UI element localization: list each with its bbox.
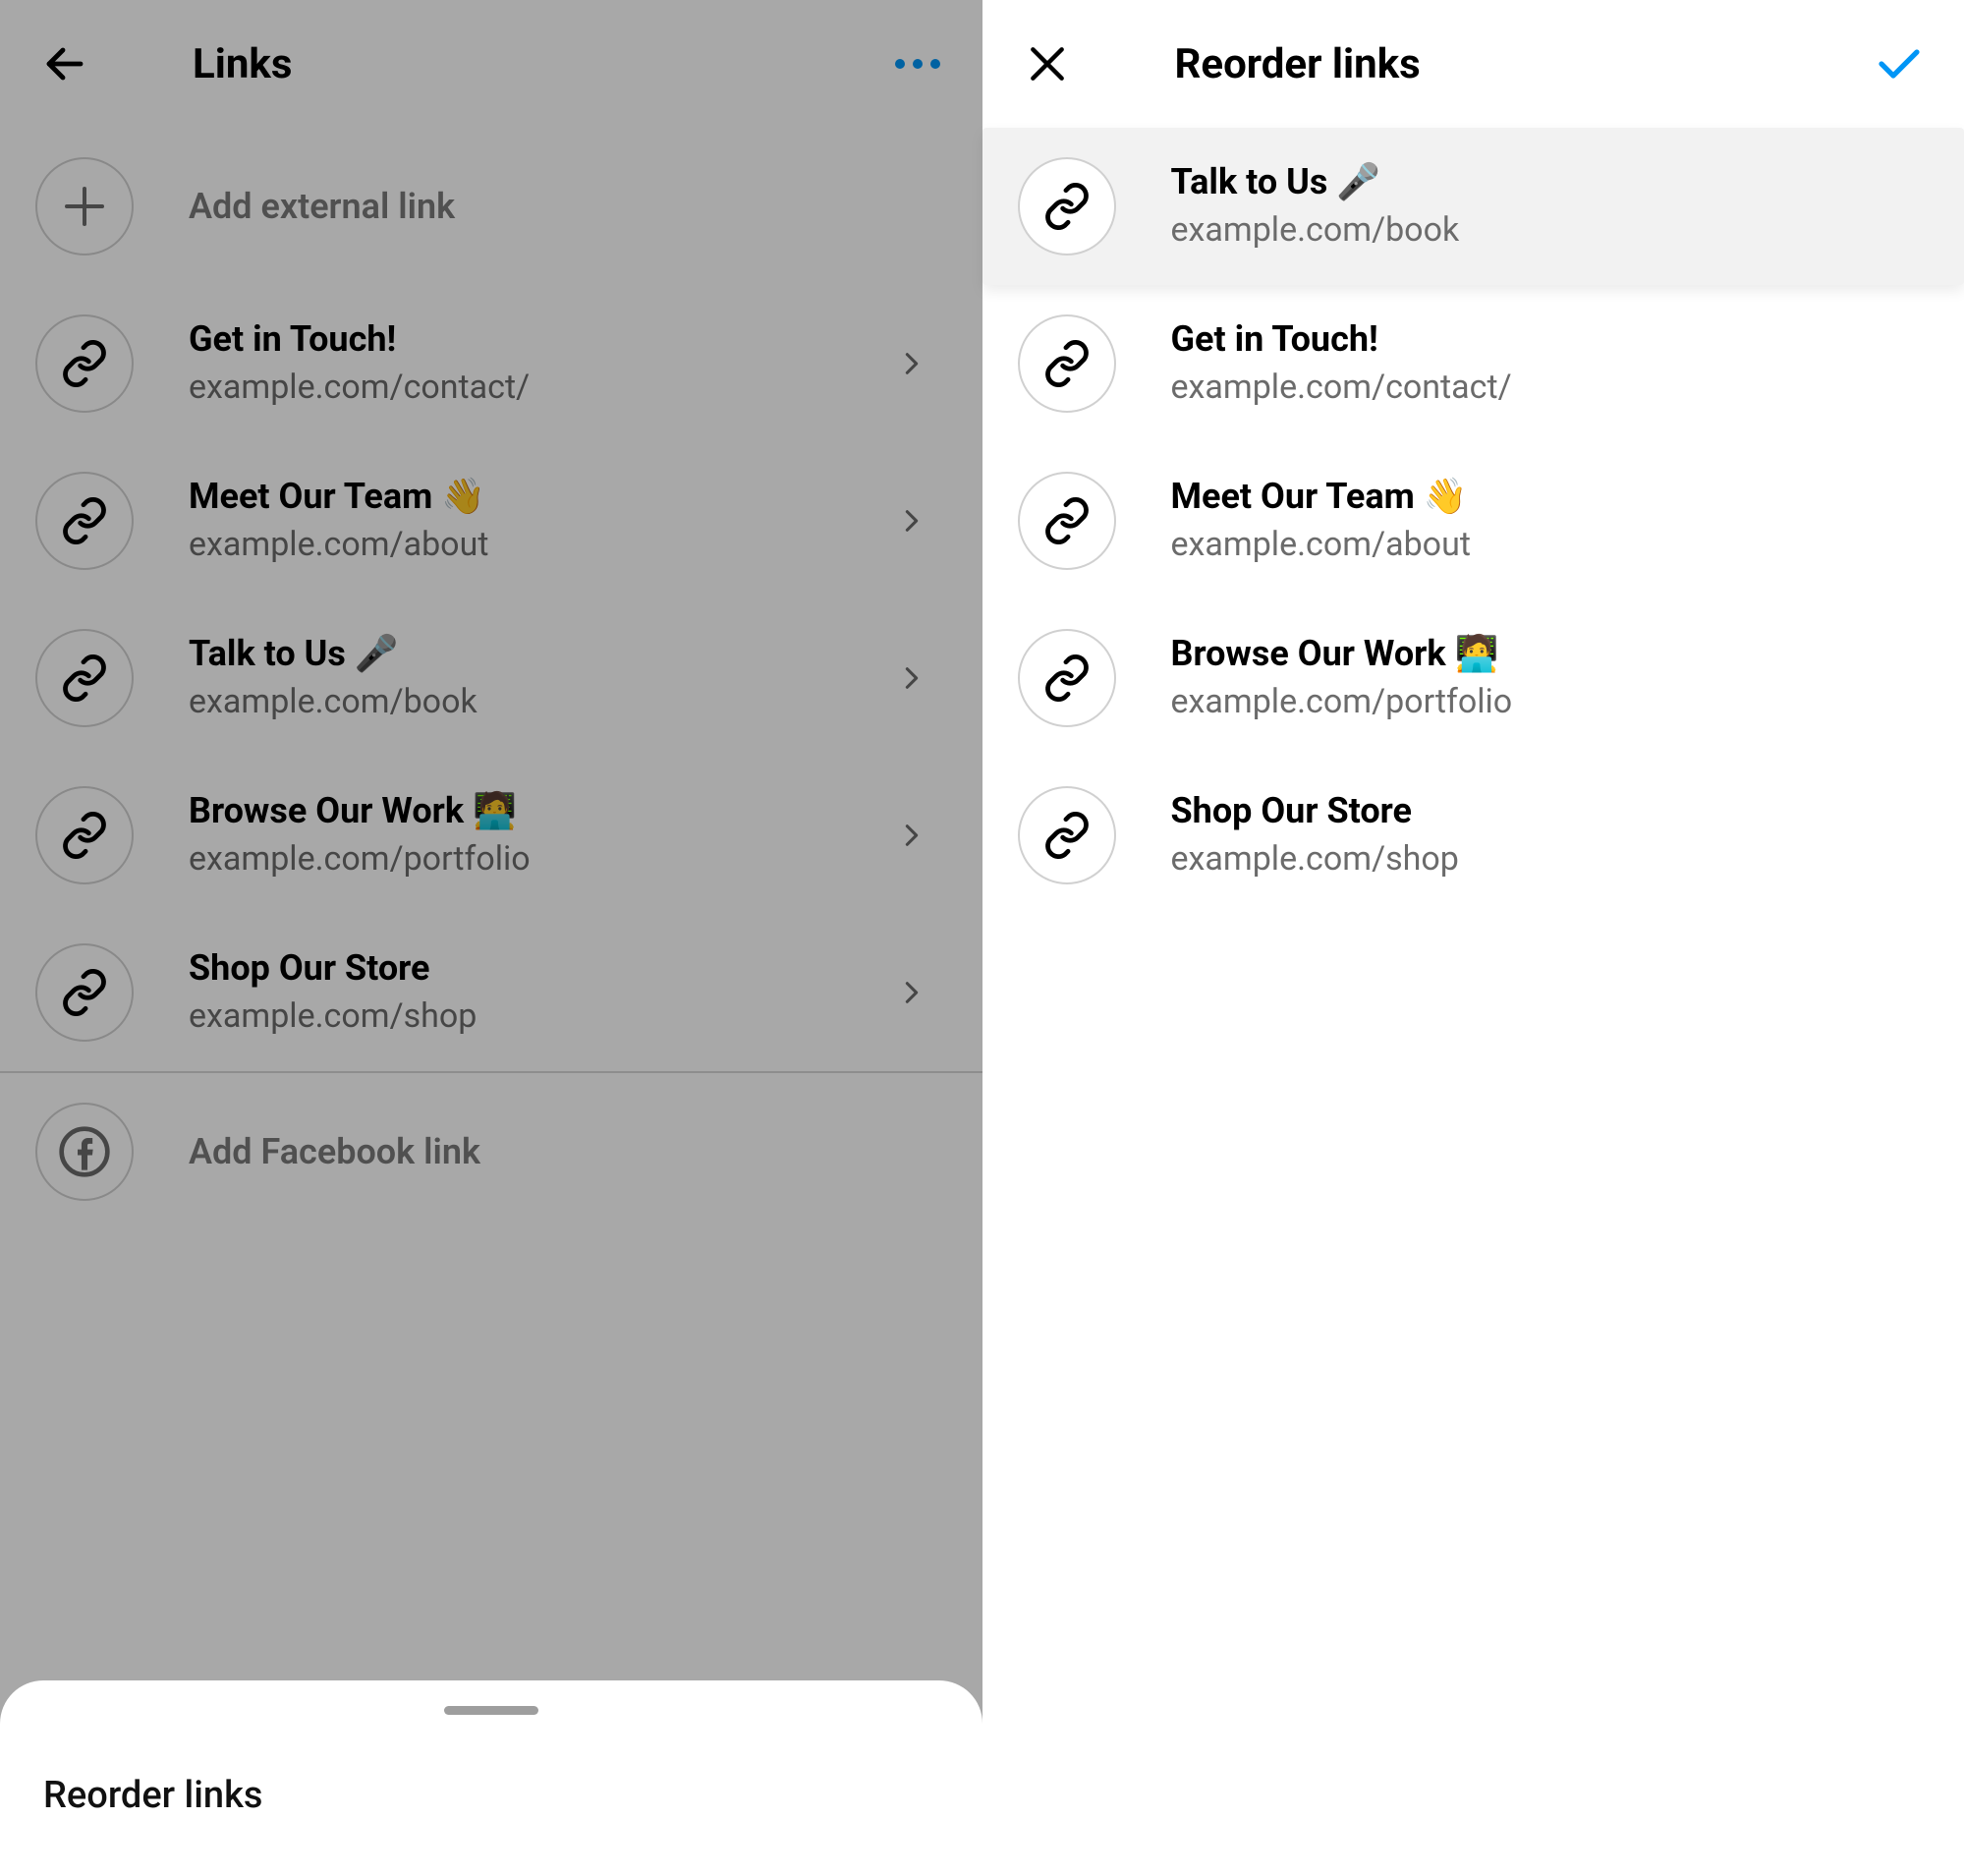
link-url: example.com/shop bbox=[189, 993, 892, 1041]
link-row[interactable]: Get in Touch!example.com/contact/ bbox=[0, 285, 982, 442]
link-icon-circle bbox=[35, 629, 134, 727]
link-icon bbox=[1041, 495, 1093, 546]
link-title: Get in Touch! bbox=[1171, 315, 1930, 364]
link-url: example.com/contact/ bbox=[1171, 364, 1930, 412]
link-icon bbox=[1041, 810, 1093, 861]
link-url: example.com/shop bbox=[1171, 835, 1930, 883]
reorder-links-screen: Reorder links Talk to Us 🎤example.com/bo… bbox=[982, 0, 1964, 1876]
chevron-right-icon bbox=[898, 971, 926, 1014]
link-icon-circle bbox=[35, 786, 134, 884]
link-title: Browse Our Work 🧑‍💻 bbox=[1171, 630, 1930, 678]
link-url: example.com/portfolio bbox=[189, 835, 892, 883]
reorder-link-row[interactable]: Browse Our Work 🧑‍💻example.com/portfolio bbox=[982, 599, 1964, 757]
link-url: example.com/about bbox=[1171, 521, 1930, 569]
sheet-drag-handle[interactable] bbox=[444, 1706, 538, 1715]
link-icon bbox=[59, 810, 110, 861]
link-title: Talk to Us 🎤 bbox=[1171, 158, 1930, 206]
add-external-link-label: Add external link bbox=[189, 183, 947, 231]
link-row[interactable]: Shop Our Storeexample.com/shop bbox=[0, 914, 982, 1071]
link-title: Shop Our Store bbox=[1171, 787, 1930, 835]
links-topbar: Links bbox=[0, 0, 982, 128]
close-button[interactable] bbox=[1018, 34, 1077, 93]
link-url: example.com/book bbox=[189, 678, 892, 726]
link-title: Talk to Us 🎤 bbox=[189, 630, 892, 678]
link-chevron bbox=[892, 973, 931, 1012]
add-icon-circle bbox=[35, 157, 134, 256]
back-button[interactable] bbox=[35, 34, 94, 93]
add-external-link-row[interactable]: Add external link bbox=[0, 128, 982, 285]
links-screen: Links Add external link Get in Touch!exa… bbox=[0, 0, 982, 1876]
link-icon bbox=[59, 967, 110, 1018]
link-title: Meet Our Team 👋 bbox=[189, 473, 892, 521]
links-title: Links bbox=[193, 40, 292, 88]
reorder-title: Reorder links bbox=[1175, 40, 1421, 88]
link-icon bbox=[59, 495, 110, 546]
link-title: Browse Our Work 🧑‍💻 bbox=[189, 787, 892, 835]
link-icon bbox=[59, 338, 110, 389]
chevron-right-icon bbox=[898, 499, 926, 542]
link-title: Shop Our Store bbox=[189, 944, 892, 993]
link-url: example.com/contact/ bbox=[189, 364, 892, 412]
link-icon-circle bbox=[1018, 472, 1116, 570]
link-url: example.com/book bbox=[1171, 206, 1930, 255]
close-icon bbox=[1026, 42, 1069, 85]
link-row[interactable]: Browse Our Work 🧑‍💻example.com/portfolio bbox=[0, 757, 982, 914]
link-row[interactable]: Talk to Us 🎤example.com/book bbox=[0, 599, 982, 757]
link-icon bbox=[1041, 653, 1093, 704]
more-horizontal-icon bbox=[894, 58, 941, 70]
sheet-reorder-links-option[interactable]: Reorder links bbox=[43, 1774, 939, 1817]
facebook-icon-circle bbox=[35, 1103, 134, 1201]
reorder-link-row[interactable]: Talk to Us 🎤example.com/book bbox=[982, 128, 1964, 285]
link-chevron bbox=[892, 344, 931, 383]
add-facebook-link-label: Add Facebook link bbox=[189, 1128, 947, 1176]
reorder-link-row[interactable]: Get in Touch!example.com/contact/ bbox=[982, 285, 1964, 442]
link-title: Meet Our Team 👋 bbox=[1171, 473, 1930, 521]
facebook-icon bbox=[57, 1124, 112, 1179]
link-icon-circle bbox=[35, 943, 134, 1042]
confirm-button[interactable] bbox=[1870, 34, 1929, 93]
link-icon-circle bbox=[35, 314, 134, 413]
reorder-link-row[interactable]: Meet Our Team 👋example.com/about bbox=[982, 442, 1964, 599]
plus-icon bbox=[61, 183, 108, 230]
link-url: example.com/about bbox=[189, 521, 892, 569]
link-icon-circle bbox=[1018, 786, 1116, 884]
chevron-right-icon bbox=[898, 656, 926, 700]
reorder-link-row[interactable]: Shop Our Storeexample.com/shop bbox=[982, 757, 1964, 914]
add-facebook-link-row[interactable]: Add Facebook link bbox=[0, 1073, 982, 1230]
chevron-right-icon bbox=[898, 814, 926, 857]
reorder-sheet[interactable]: Reorder links bbox=[0, 1680, 982, 1876]
back-arrow-icon bbox=[41, 40, 88, 87]
reorder-topbar: Reorder links bbox=[982, 0, 1964, 128]
more-options-button[interactable] bbox=[888, 34, 947, 93]
link-icon bbox=[59, 653, 110, 704]
link-row[interactable]: Meet Our Team 👋example.com/about bbox=[0, 442, 982, 599]
check-icon bbox=[1870, 40, 1929, 87]
link-icon-circle bbox=[1018, 314, 1116, 413]
link-url: example.com/portfolio bbox=[1171, 678, 1930, 726]
link-chevron bbox=[892, 658, 931, 698]
chevron-right-icon bbox=[898, 342, 926, 385]
link-chevron bbox=[892, 501, 931, 540]
link-chevron bbox=[892, 816, 931, 855]
link-icon-circle bbox=[35, 472, 134, 570]
link-title: Get in Touch! bbox=[189, 315, 892, 364]
link-icon bbox=[1041, 338, 1093, 389]
link-icon-circle bbox=[1018, 629, 1116, 727]
link-icon-circle bbox=[1018, 157, 1116, 256]
link-icon bbox=[1041, 181, 1093, 232]
